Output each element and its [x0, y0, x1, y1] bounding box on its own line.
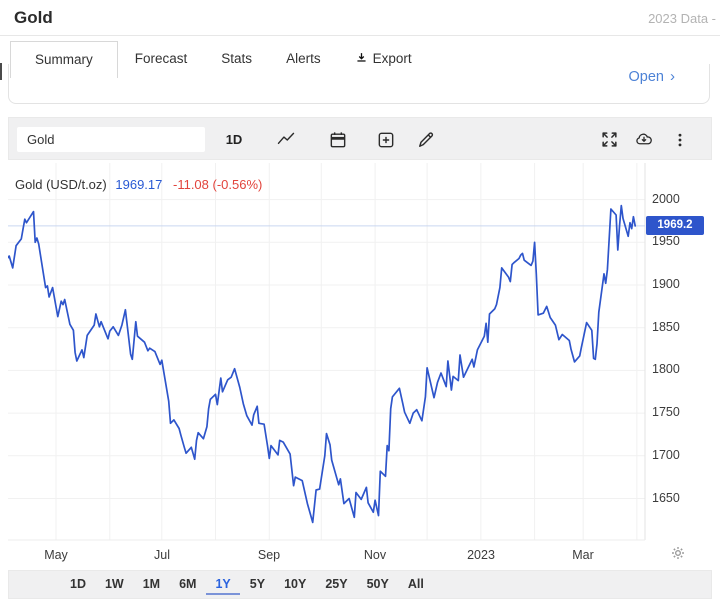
x-axis-label: Mar: [572, 548, 594, 562]
range-selector: 1D1W1M6M1Y5Y10Y25Y50YAll: [8, 570, 712, 599]
x-axis-label: Jul: [154, 548, 170, 562]
y-axis-label: 1650: [652, 491, 696, 505]
range-option-1d[interactable]: 1D: [61, 574, 95, 595]
download-icon: [355, 51, 368, 68]
interval-button[interactable]: 1D: [219, 126, 249, 153]
tab-export[interactable]: Export: [338, 41, 429, 78]
range-option-10y[interactable]: 10Y: [275, 574, 315, 595]
range-option-all[interactable]: All: [399, 574, 433, 595]
current-price-badge: 1969.2: [646, 216, 704, 235]
x-axis-label: May: [44, 548, 68, 562]
open-link[interactable]: Open›: [629, 68, 675, 85]
chart-toolbar: 1D: [8, 117, 712, 160]
header-data-note: 2023 Data -: [648, 11, 716, 26]
legend-change: -11.08 (-0.56%): [173, 177, 262, 192]
symbol-input[interactable]: [16, 126, 206, 153]
range-option-50y[interactable]: 50Y: [358, 574, 398, 595]
range-option-1m[interactable]: 1M: [134, 574, 169, 595]
range-option-5y[interactable]: 5Y: [241, 574, 274, 595]
chevron-right-icon: ›: [670, 68, 675, 85]
range-option-1y[interactable]: 1Y: [206, 574, 239, 595]
settings-gear-icon[interactable]: [669, 544, 689, 564]
scroll-indicator: [0, 63, 2, 80]
tab-stats[interactable]: Stats: [204, 41, 269, 78]
y-axis-label: 1950: [652, 234, 696, 248]
range-option-1w[interactable]: 1W: [96, 574, 133, 595]
legend-label: Gold (USD/t.oz): [15, 177, 107, 192]
y-axis-label: 1750: [652, 405, 696, 419]
more-menu-icon[interactable]: [665, 126, 695, 153]
tab-bar: Summary Forecast Stats Alerts Export: [10, 41, 429, 78]
chart-type-icon[interactable]: [271, 126, 301, 153]
y-axis-label: 2000: [652, 192, 696, 206]
cloud-download-icon[interactable]: [629, 126, 659, 153]
y-axis-label: 1700: [652, 448, 696, 462]
range-option-6m[interactable]: 6M: [170, 574, 205, 595]
page: Gold 2023 Data - Summary Forecast Stats …: [0, 0, 720, 605]
x-axis-label: 2023: [467, 548, 495, 562]
tab-alerts[interactable]: Alerts: [269, 41, 338, 78]
legend-price: 1969.17: [115, 177, 162, 192]
fullscreen-icon[interactable]: [594, 126, 624, 153]
tab-forecast[interactable]: Forecast: [118, 41, 205, 78]
calendar-icon[interactable]: [323, 126, 353, 153]
tab-summary[interactable]: Summary: [10, 41, 118, 78]
draw-icon[interactable]: [411, 126, 441, 153]
x-axis-label: Nov: [364, 548, 386, 562]
page-title: Gold: [14, 8, 53, 28]
range-option-25y[interactable]: 25Y: [316, 574, 356, 595]
y-axis-label: 1850: [652, 320, 696, 334]
chart-legend: Gold (USD/t.oz) 1969.17 -11.08 (-0.56%): [15, 177, 262, 192]
y-axis-label: 1800: [652, 362, 696, 376]
y-axis-label: 1900: [652, 277, 696, 291]
x-axis-label: Sep: [258, 548, 280, 562]
page-header: Gold 2023 Data -: [0, 0, 720, 36]
compare-add-icon[interactable]: [371, 126, 401, 153]
tab-export-label: Export: [373, 51, 412, 66]
price-chart[interactable]: [8, 160, 712, 570]
